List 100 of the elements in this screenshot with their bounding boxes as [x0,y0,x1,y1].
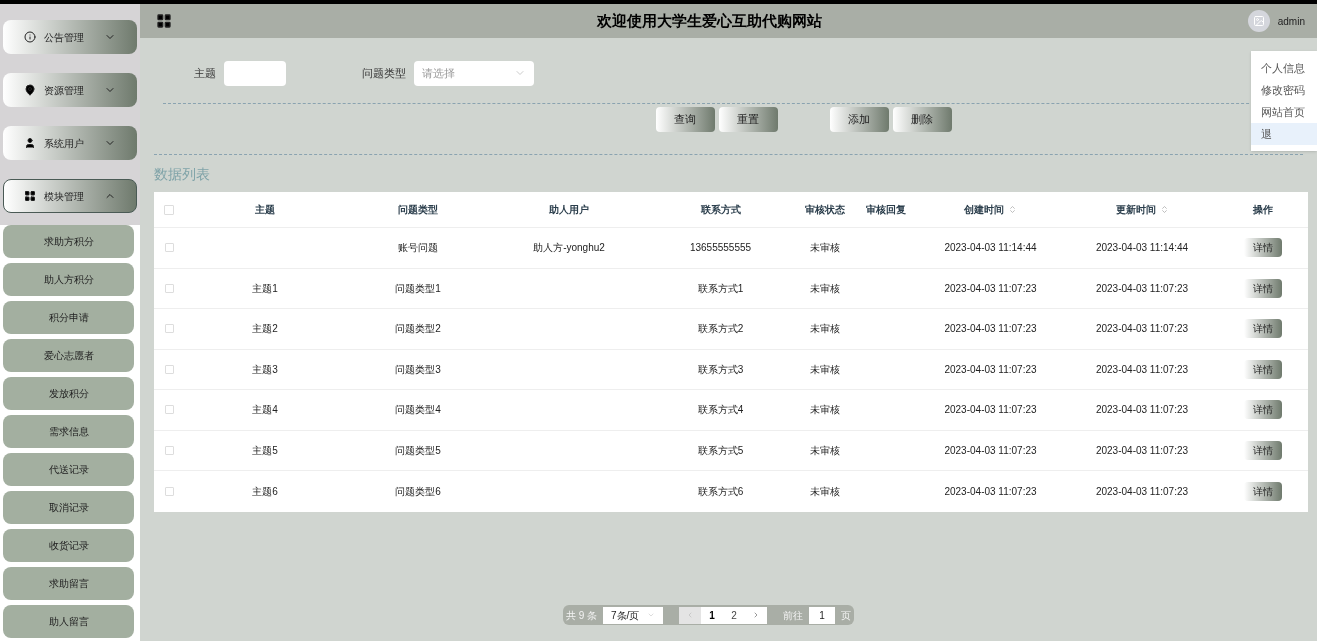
site-title: 欢迎使用大学生爱心互助代购网站 [596,10,824,31]
submenu-item[interactable]: 代送记录 [3,453,134,486]
table-cell-text: 未审核 [809,484,840,499]
table-cell-text: 2023-04-03 11:14:44 [1095,241,1189,256]
column-header: 审核状态 [804,203,845,217]
dropdown-item[interactable]: 网站首页 [1251,101,1317,123]
detail-button[interactable]: 详情 [1244,278,1282,298]
table-cell-text: 2023-04-03 11:07:23 [1095,484,1189,499]
checkbox[interactable] [164,486,174,496]
column-header[interactable]: 更新时间 [1115,202,1156,217]
table-cell-text: 问题类型2 [395,322,441,337]
dropdown-item[interactable]: 个人信息 [1251,57,1317,79]
goto-label: 前往 [783,608,804,623]
submenu-item[interactable]: 爱心志愿者 [3,339,134,372]
info-icon [24,31,36,43]
table-cell-text: 未审核 [809,241,840,256]
column-header: 助人用户 [549,203,589,217]
submenu-item[interactable]: 助人方积分 [3,263,134,296]
table-cell-text: 2023-04-03 11:07:23 [1095,403,1189,418]
table-cell-text: 主题4 [252,403,278,418]
goto-page-field[interactable]: 1 [809,606,836,624]
detail-button[interactable]: 详情 [1244,481,1282,501]
checkbox[interactable] [164,405,174,415]
table-cell-text: 账号问题 [398,241,438,256]
image-icon [1252,15,1265,27]
table-cell-text: 2023-04-03 11:07:23 [944,443,1037,458]
table-cell-text: 13655555555 [689,241,752,256]
table-cell-text: 未审核 [809,403,840,418]
submenu-item[interactable]: 取消记录 [3,491,134,524]
page-size-select[interactable]: 7条/页 [603,606,664,624]
table-cell-text: 2023-04-03 11:07:23 [944,403,1037,418]
sidebar-menu-button[interactable]: 公告管理 [3,20,137,54]
filter-label: 问题类型 [362,65,406,81]
table-cell-text: 2023-04-03 11:07:23 [944,281,1037,296]
sidebar-menu-button[interactable]: 资源管理 [3,73,137,107]
column-header: 审核回复 [865,203,906,217]
checkbox[interactable] [164,204,174,215]
total-count: 共 9 条 [565,608,598,623]
table-cell-text: 2023-04-03 11:14:44 [944,241,1037,256]
submenu-item[interactable]: 助人留言 [3,605,134,638]
table-cell-text: 主题2 [252,322,278,337]
column-header: 问题类型 [398,203,438,217]
detail-button[interactable]: 详情 [1244,238,1282,258]
detail-button[interactable]: 详情 [1244,319,1282,339]
menu-grid-icon[interactable] [156,13,172,29]
table-cell-text: 主题5 [252,443,278,458]
submenu-item[interactable]: 需求信息 [3,415,134,448]
detail-button[interactable]: 详情 [1244,440,1282,460]
next-page-button[interactable] [745,606,768,624]
table-cell-text: 2023-04-03 11:07:23 [944,362,1037,377]
table-cell-text: 联系方式1 [697,281,744,296]
checkbox[interactable] [164,364,174,374]
dropdown-item[interactable]: 修改密码 [1251,79,1317,101]
user-icon [24,137,36,149]
column-header[interactable]: 创建时间 [964,202,1004,217]
submenu-item[interactable]: 积分申请 [3,301,134,334]
column-header: 操作 [1253,203,1273,217]
sidebar-menu-button[interactable]: 系统用户 [3,126,137,160]
page-button[interactable]: 1 [701,606,724,624]
table-cell-text: 联系方式6 [697,484,744,499]
detail-button[interactable]: 详情 [1244,400,1282,420]
table-cell-text: 2023-04-03 11:07:23 [1095,281,1189,296]
text-field[interactable] [224,60,286,86]
checkbox[interactable] [164,445,174,455]
username[interactable]: admin [1277,13,1305,29]
table-cell-text: 未审核 [809,362,840,377]
submenu-item[interactable]: 求助留言 [3,567,134,600]
action-button[interactable]: 重置 [718,107,778,132]
table-cell-text: 2023-04-03 11:07:23 [944,322,1037,337]
table-cell-text: 问题类型1 [395,281,441,296]
table-cell-text: 2023-04-03 11:07:23 [1095,443,1189,458]
action-button[interactable]: 删除 [892,107,952,132]
table-cell-text: 未审核 [809,322,840,337]
submenu-item[interactable]: 发放积分 [3,377,134,410]
sort-icon[interactable] [1159,205,1169,214]
filter-label: 主题 [194,65,216,81]
detail-button[interactable]: 详情 [1244,359,1282,379]
action-button[interactable]: 查询 [655,107,715,132]
sidebar-menu-button[interactable]: 模块管理 [3,179,137,213]
table-cell-text: 2023-04-03 11:07:23 [944,484,1037,499]
dropdown-item[interactable]: 退 [1251,123,1317,145]
avatar[interactable] [1247,10,1270,32]
checkbox[interactable] [164,283,174,293]
checkbox[interactable] [164,324,174,334]
page-button[interactable]: 2 [723,606,746,624]
pin-icon [24,84,36,96]
table-cell-text: 未审核 [809,281,840,296]
checkbox[interactable] [164,243,174,253]
submenu-item[interactable]: 求助方积分 [3,225,134,258]
submenu-item[interactable]: 收货记录 [3,529,134,562]
table-cell-text: 问题类型3 [395,362,441,377]
table-cell-text: 问题类型5 [395,443,441,458]
prev-page-button[interactable] [679,606,702,624]
sort-icon[interactable] [1008,205,1017,214]
list-title: 数据列表 [154,165,211,183]
column-header: 主题 [255,203,275,217]
table-cell-text: 主题3 [252,362,278,377]
table-cell-text: 2023-04-03 11:07:23 [1095,322,1189,337]
action-button[interactable]: 添加 [829,107,889,132]
table-cell-text: 未审核 [809,443,840,458]
